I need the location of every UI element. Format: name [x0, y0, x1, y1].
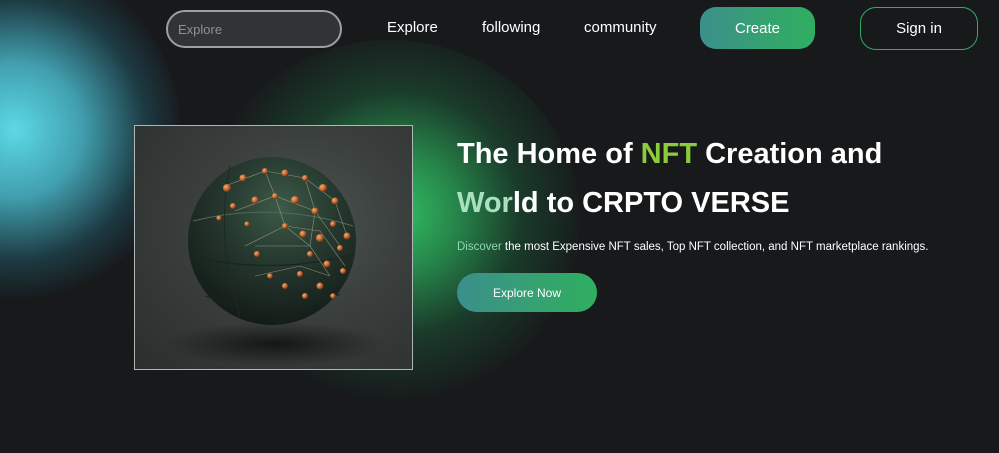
sign-in-button[interactable]: Sign in [860, 7, 978, 50]
hero-title-line-1-prefix: The Home of [457, 138, 641, 170]
hero-title-line-2: World to CRPTO VERSE [457, 179, 977, 228]
hero-description-start: Discover [457, 241, 502, 253]
hero-title-line-1: The Home of NFT Creation and [457, 130, 977, 179]
landing-page: Explore following community Create Sign … [0, 0, 999, 453]
explore-now-button[interactable]: Explore Now [457, 273, 597, 312]
hero-title-line-2-rest: ld to CRPTO VERSE [512, 187, 790, 219]
hero-title: The Home of NFT Creation and World to CR… [457, 130, 977, 228]
create-button[interactable]: Create [700, 7, 815, 49]
hero-title-nft-highlight: NFT [640, 138, 698, 170]
nft-globe-image [134, 125, 413, 370]
nav-link-explore[interactable]: Explore [387, 19, 438, 36]
globe-illustration [165, 157, 385, 366]
nav-link-community[interactable]: community [584, 19, 657, 36]
hero-title-line-1-suffix: Creation and [697, 138, 883, 170]
nav-link-following[interactable]: following [482, 19, 540, 36]
hero-description-rest: the most Expensive NFT sales, Top NFT co… [501, 241, 929, 253]
search-input[interactable] [166, 10, 342, 48]
hero-title-line-2-start: Wor [457, 187, 513, 219]
hero-description: Discover the most Expensive NFT sales, T… [457, 241, 977, 253]
